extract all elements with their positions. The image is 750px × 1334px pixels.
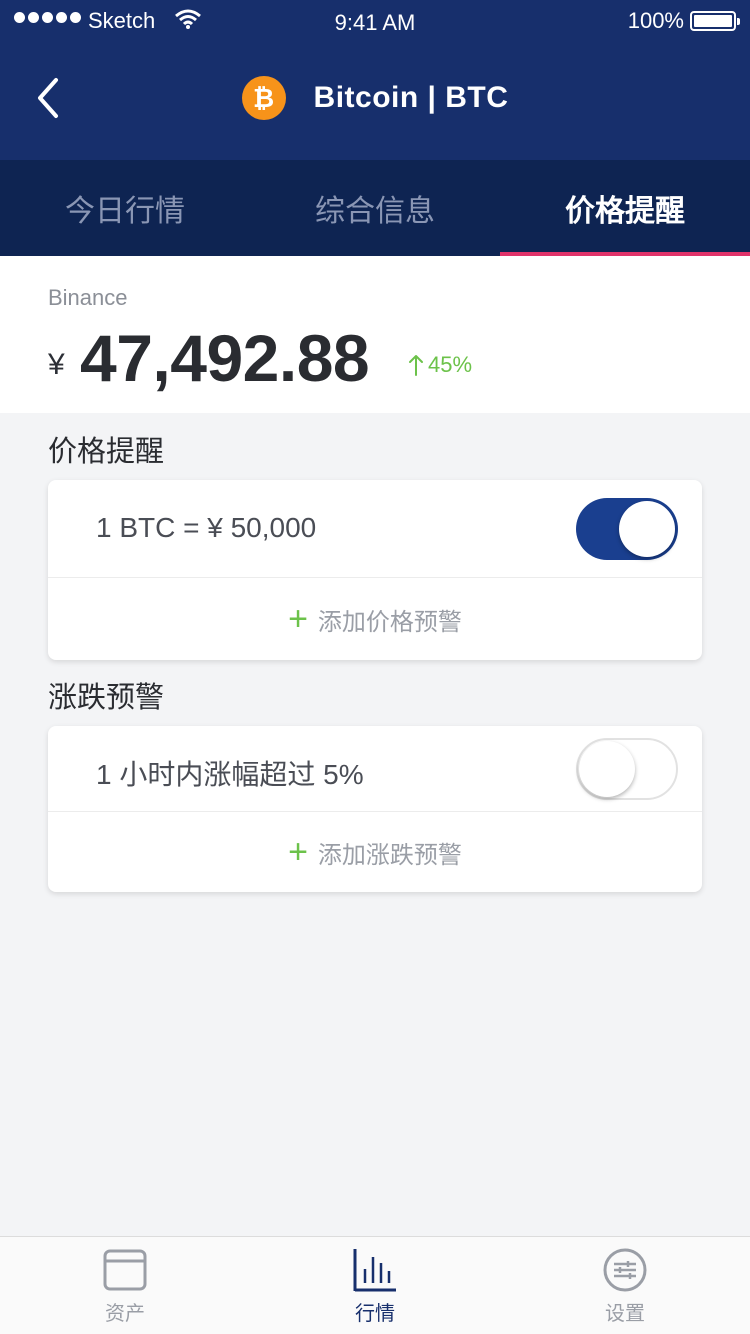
alert-condition: 1 BTC = ¥ 50,000: [96, 512, 317, 543]
add-price-alert-label: 添加价格预警: [317, 608, 462, 636]
change-alert-card: 1 小时内涨幅超过 5% + 添加涨跌预警: [48, 726, 702, 892]
wallet-icon: [103, 1249, 147, 1291]
settings-sliders-icon: [603, 1248, 647, 1292]
top-tabs: 今日行情 综合信息 价格提醒: [0, 160, 750, 256]
bottom-tab-bar: 资产 行情 设置: [0, 1236, 750, 1334]
status-bar: Sketch 9:41 AM 100%: [0, 0, 750, 44]
tabbar-label: 设置: [605, 1303, 645, 1325]
section-title-change-alerts: 涨跌预警: [48, 682, 165, 714]
alert-toggle[interactable]: [576, 738, 678, 800]
arrow-up-icon: [409, 355, 423, 376]
list-item: 1 BTC = ¥ 50,000: [48, 480, 702, 578]
add-price-alert-button[interactable]: + 添加价格预警: [48, 578, 702, 660]
battery-icon: [690, 11, 740, 31]
price-alert-card: 1 BTC = ¥ 50,000 + 添加价格预警: [48, 480, 702, 660]
price-panel: Binance ¥ 47,492.88 45%: [0, 256, 750, 413]
tabbar-label: 行情: [355, 1303, 395, 1325]
tabbar-label: 资产: [105, 1303, 145, 1325]
market-chart-icon: [353, 1249, 396, 1292]
section-title-price-alerts: 价格提醒: [48, 436, 165, 468]
tabbar-item-assets[interactable]: 资产: [0, 1237, 250, 1334]
list-item: 1 小时内涨幅超过 5%: [48, 726, 702, 812]
tabbar-item-settings[interactable]: 设置: [500, 1237, 750, 1334]
currency-symbol: ¥: [48, 348, 65, 381]
tabbar-item-market[interactable]: 行情: [250, 1237, 500, 1334]
tab-today-market[interactable]: 今日行情: [0, 160, 250, 256]
plus-icon: +: [288, 833, 308, 871]
alert-condition: 1 小时内涨幅超过 5%: [96, 759, 364, 790]
alert-toggle[interactable]: [576, 498, 678, 560]
battery-percent: 100%: [627, 8, 684, 33]
nav-bar: ₿ Bitcoin | BTC: [0, 44, 750, 160]
plus-icon: +: [288, 600, 308, 638]
price-change: 45%: [408, 352, 472, 378]
add-change-alert-label: 添加涨跌预警: [317, 841, 462, 869]
page-title: Bitcoin | BTC: [313, 81, 509, 114]
add-change-alert-button[interactable]: + 添加涨跌预警: [48, 812, 702, 892]
price-change-percent: 45%: [428, 352, 473, 377]
exchange-name: Binance: [48, 285, 128, 310]
header: Sketch 9:41 AM 100% ₿ Bitcoin | BTC: [0, 0, 750, 160]
tab-price-alert[interactable]: 价格提醒: [500, 160, 750, 256]
current-price: 47,492.88: [80, 321, 370, 395]
bitcoin-icon: ₿: [241, 76, 286, 120]
nav-title-group: ₿ Bitcoin | BTC: [0, 74, 750, 122]
tab-overview-info[interactable]: 综合信息: [250, 160, 500, 256]
